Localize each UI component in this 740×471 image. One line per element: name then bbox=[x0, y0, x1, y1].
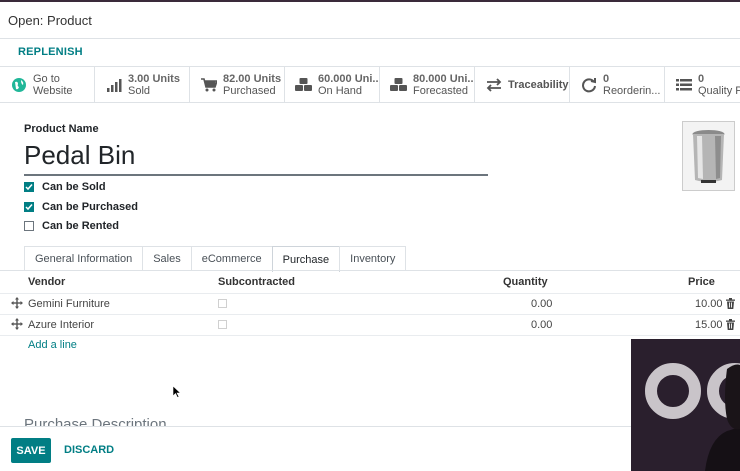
vendor-header[interactable]: Vendor bbox=[28, 276, 65, 288]
quantity-header[interactable]: Quantity bbox=[503, 276, 548, 288]
dialog-header: Open: Product bbox=[0, 2, 740, 39]
tab-ecommerce[interactable]: eCommerce bbox=[190, 246, 273, 271]
row-divider bbox=[0, 335, 740, 336]
action-bar: REPLENISH bbox=[0, 40, 740, 67]
tab-inventory[interactable]: Inventory bbox=[339, 246, 407, 271]
forecasted-label: Forecasted bbox=[413, 85, 469, 97]
header-divider bbox=[0, 293, 740, 294]
tab-sales[interactable]: Sales bbox=[142, 246, 192, 271]
product-name-field[interactable]: Pedal Bin bbox=[24, 140, 488, 176]
subcontracted-checkbox[interactable] bbox=[218, 299, 227, 308]
price-header[interactable]: Price bbox=[688, 276, 715, 288]
checkbox-box[interactable] bbox=[24, 221, 34, 231]
sold-label: Sold bbox=[128, 85, 151, 97]
product-image[interactable] bbox=[682, 121, 735, 191]
save-button[interactable]: SAVE bbox=[11, 438, 51, 463]
purchased-label: Purchased bbox=[223, 85, 276, 97]
quality-value: 0 bbox=[698, 73, 705, 85]
traceability-label: Traceability bbox=[508, 79, 569, 91]
webcam-overlay bbox=[631, 339, 740, 471]
on-hand-value: 60.000 Uni... bbox=[318, 73, 380, 85]
replenish-button[interactable]: REPLENISH bbox=[18, 46, 83, 58]
dialog-title: Open: Product bbox=[8, 13, 92, 28]
drag-handle-icon[interactable] bbox=[11, 318, 23, 330]
dialog-footer: SAVE DISCARD bbox=[0, 426, 740, 471]
can-be-rented-label: Can be Rented bbox=[42, 220, 120, 232]
mouse-pointer-icon bbox=[172, 385, 182, 401]
price-cell[interactable]: 15.00 bbox=[695, 319, 723, 331]
forecasted-value: 80.000 Uni... bbox=[413, 73, 475, 85]
on-hand-label: On Hand bbox=[318, 85, 363, 97]
list-icon bbox=[673, 78, 695, 92]
can-be-rented-checkbox[interactable]: Can be Rented bbox=[24, 219, 119, 233]
notebook-tabs: General Information Sales eCommerce Purc… bbox=[24, 246, 407, 272]
reordering-button[interactable]: 0 Reorderin... bbox=[570, 67, 665, 103]
smart-button-bar: Go to Website 3.00 Units Sold 82.00 Units P… bbox=[0, 67, 740, 103]
quality-points-button[interactable]: 0Quality Po bbox=[665, 67, 740, 103]
drag-handle-icon[interactable] bbox=[11, 297, 23, 309]
checkbox-box[interactable] bbox=[24, 182, 34, 192]
cubes-icon bbox=[388, 77, 410, 93]
row-divider bbox=[0, 314, 740, 315]
cart-icon bbox=[198, 78, 220, 92]
price-cell[interactable]: 10.00 bbox=[695, 298, 723, 310]
quality-label: Quality Po bbox=[698, 85, 740, 97]
tab-purchase[interactable]: Purchase bbox=[271, 246, 341, 272]
exchange-icon bbox=[483, 78, 505, 92]
go-to-website-button[interactable]: Go to Website bbox=[0, 67, 95, 103]
website-line1: Go to bbox=[33, 73, 60, 85]
discard-button[interactable]: DISCARD bbox=[64, 444, 114, 456]
refresh-icon bbox=[578, 77, 600, 93]
add-a-line-link[interactable]: Add a line bbox=[28, 339, 77, 351]
product-name-label: Product Name bbox=[24, 123, 99, 135]
trash-icon[interactable] bbox=[725, 298, 736, 309]
tabs-divider bbox=[0, 270, 740, 271]
quantity-cell[interactable]: 0.00 bbox=[531, 319, 552, 331]
vendor-cell[interactable]: Gemini Furniture bbox=[28, 298, 110, 310]
reordering-value: 0 bbox=[603, 73, 610, 85]
can-be-sold-label: Can be Sold bbox=[42, 181, 106, 193]
can-be-purchased-label: Can be Purchased bbox=[42, 201, 138, 213]
quantity-cell[interactable]: 0.00 bbox=[531, 298, 552, 310]
purchased-value: 82.00 Units bbox=[223, 73, 282, 85]
traceability-button[interactable]: Traceability bbox=[475, 67, 570, 103]
subcontracted-header[interactable]: Subcontracted bbox=[218, 276, 295, 288]
website-line2: Website bbox=[33, 85, 73, 97]
forecasted-button[interactable]: 80.000 Uni... Forecasted bbox=[380, 67, 475, 103]
trash-icon[interactable] bbox=[725, 319, 736, 330]
on-hand-button[interactable]: 60.000 Uni... On Hand bbox=[285, 67, 380, 103]
purchased-button[interactable]: 82.00 Units Purchased bbox=[190, 67, 285, 103]
can-be-sold-checkbox[interactable]: Can be Sold bbox=[24, 180, 106, 194]
sold-button[interactable]: 3.00 Units Sold bbox=[95, 67, 190, 103]
vendor-cell[interactable]: Azure Interior bbox=[28, 319, 94, 331]
subcontracted-checkbox[interactable] bbox=[218, 320, 227, 329]
bar-chart-icon bbox=[103, 78, 125, 92]
tab-general-information[interactable]: General Information bbox=[24, 246, 144, 271]
can-be-purchased-checkbox[interactable]: Can be Purchased bbox=[24, 200, 138, 214]
cubes-icon bbox=[293, 77, 315, 93]
globe-icon bbox=[8, 77, 30, 93]
sold-value: 3.00 Units bbox=[128, 73, 180, 85]
checkbox-box[interactable] bbox=[24, 202, 34, 212]
reordering-label: Reorderin... bbox=[603, 85, 661, 97]
